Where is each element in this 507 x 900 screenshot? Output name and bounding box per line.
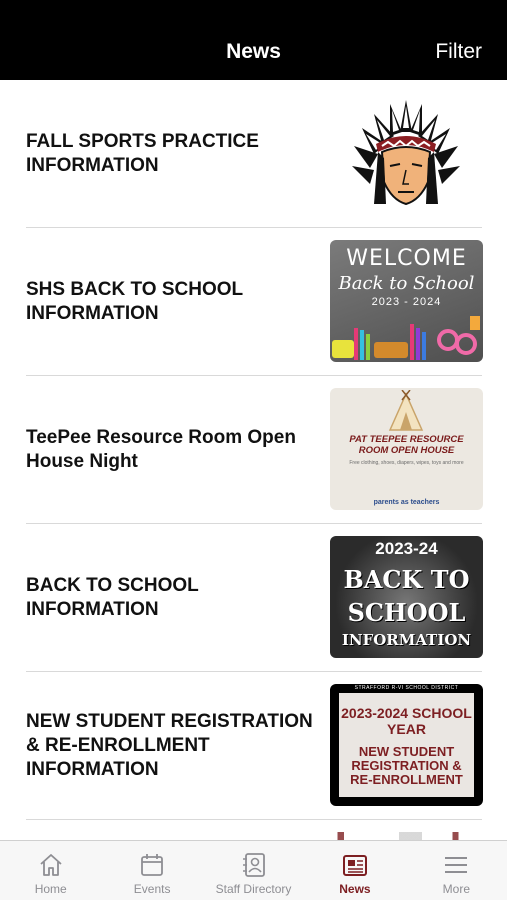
page-title: News <box>226 40 281 63</box>
news-item-title: BACK TO SCHOOL INFORMATION <box>26 575 199 620</box>
news-item-title: TeePee Resource Room Open House Night <box>26 427 296 472</box>
filter-button[interactable]: Filter <box>435 40 482 64</box>
thumb-text: SCHOOL <box>347 598 466 627</box>
teepee-flyer-image: PAT TEEPEE RESOURCE ROOM OPEN HOUSE Free… <box>330 388 483 510</box>
news-item-title: NEW STUDENT REGISTRATION & RE-ENROLLMENT… <box>26 711 313 780</box>
thumb-text: INFORMATION <box>341 631 472 649</box>
news-item[interactable]: TeePee Resource Room Open House Night PA… <box>0 376 507 524</box>
thumb-text: Back to School <box>338 273 475 294</box>
mascot-logo-image <box>330 92 483 214</box>
thumb-text: PAT TEEPEE RESOURCE ROOM OPEN HOUSE <box>349 434 464 456</box>
thumb-panel: 2023-2024 SCHOOL YEAR NEW STUDENT REGIST… <box>339 693 474 797</box>
menu-icon <box>445 857 468 873</box>
thumb-text: WELCOME <box>346 246 467 271</box>
home-icon <box>40 854 62 876</box>
thumb-text: 2023-2024 SCHOOL YEAR <box>341 705 472 737</box>
tab-label: News <box>339 882 371 896</box>
tab-events[interactable]: Events <box>101 841 202 900</box>
back-to-school-image: 2023-24 BACK TO SCHOOL INFORMATION <box>330 536 483 658</box>
tab-more[interactable]: More <box>406 841 507 900</box>
tab-label: Home <box>34 882 67 896</box>
news-item-title: FALL SPORTS PRACTICE INFORMATION <box>26 131 259 176</box>
divider <box>26 819 482 820</box>
thumb-text: parents as teachers <box>373 499 440 506</box>
tab-label: More <box>442 882 470 896</box>
registration-image: STRAFFORD R-VI SCHOOL DISTRICT 2023-2024… <box>330 684 483 806</box>
news-item[interactable]: NEW STUDENT REGISTRATION & RE-ENROLLMENT… <box>0 672 507 820</box>
app-header: News Filter <box>0 0 507 80</box>
news-list[interactable]: FALL SPORTS PRACTICE INFORMATION SHS BAC… <box>0 80 507 840</box>
tab-news[interactable]: News <box>304 841 405 900</box>
tab-bar: Home Events Staff Directory News More <box>0 840 507 900</box>
staff-directory-icon <box>242 853 265 877</box>
tab-home[interactable]: Home <box>0 841 101 900</box>
newspaper-icon <box>342 855 367 876</box>
news-item-title: SHS BACK TO SCHOOL INFORMATION <box>26 279 243 324</box>
thumb-text: 2023-24 <box>375 539 438 558</box>
thumb-text: BACK TO <box>343 565 470 594</box>
tab-staff-directory[interactable]: Staff Directory <box>203 841 304 900</box>
thumb-text: NEW STUDENT REGISTRATION & RE-ENROLLMENT <box>350 744 463 787</box>
news-item[interactable]: SHS BACK TO SCHOOL INFORMATION WELCOME B… <box>0 228 507 376</box>
welcome-back-image: WELCOME Back to School 2023 - 2024 <box>330 240 483 362</box>
news-item[interactable]: FALL SPORTS PRACTICE INFORMATION <box>0 80 507 228</box>
tab-label: Staff Directory <box>215 882 292 896</box>
next-item-thumbnail-peek <box>330 832 483 840</box>
thumb-text: Free clothing, shoes, diapers, wipes, to… <box>349 460 464 466</box>
tab-label: Events <box>133 882 171 896</box>
thumb-text: 2023 - 2024 <box>371 296 442 308</box>
calendar-icon <box>141 854 164 876</box>
news-item[interactable]: BACK TO SCHOOL INFORMATION 2023-24 BACK … <box>0 524 507 672</box>
thumb-text: STRAFFORD R-VI SCHOOL DISTRICT <box>354 685 459 691</box>
